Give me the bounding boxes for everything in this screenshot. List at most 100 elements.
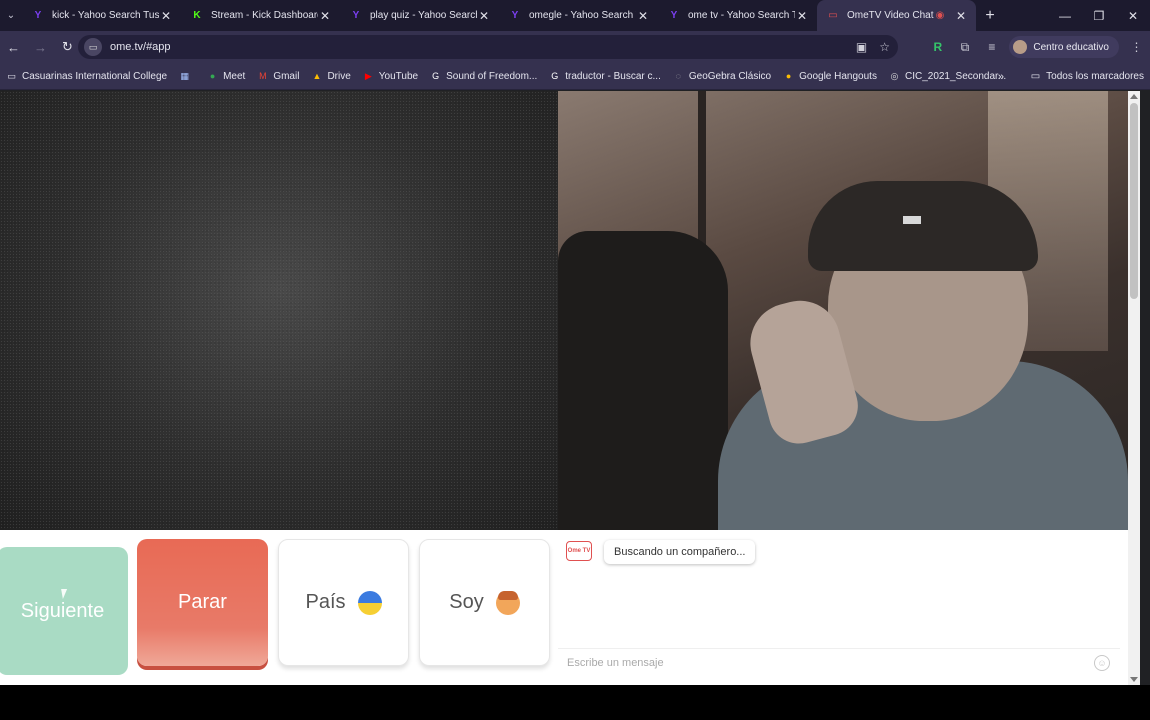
boy-face-icon: [495, 590, 520, 615]
bookmark-traductor[interactable]: Gtraductor - Buscar c...: [543, 63, 667, 90]
bookmark-sound-of-freedom[interactable]: G Sound of Freedom...: [424, 63, 543, 90]
tab-kick-dashboard[interactable]: K Stream - Kick Dashboard ✕: [181, 0, 340, 31]
url-text[interactable]: ome.tv/#app: [110, 41, 171, 53]
close-icon[interactable]: ✕: [636, 9, 650, 23]
extension-r-icon[interactable]: R: [924, 31, 951, 63]
video-noise: [0, 91, 558, 530]
gender-label: Soy: [449, 591, 484, 613]
menu-kebab-icon[interactable]: ⋮: [1123, 31, 1150, 63]
video-person-cap: [808, 181, 1038, 271]
bookmark-gmail[interactable]: M Gmail: [251, 63, 305, 90]
chat-panel: Ome TV Buscando un compañero... Escribe …: [558, 530, 1128, 685]
close-icon[interactable]: ✕: [795, 9, 809, 23]
close-window-button[interactable]: ✕: [1116, 0, 1150, 31]
hangouts-icon: ●: [785, 71, 792, 81]
cap-logo: [903, 216, 921, 224]
gmail-icon: M: [259, 71, 267, 81]
bookmark-apps[interactable]: ▦: [173, 63, 201, 90]
tab-title: Stream - Kick Dashboard: [211, 10, 318, 21]
country-button[interactable]: País: [278, 539, 409, 666]
gender-button[interactable]: Soy: [419, 539, 550, 666]
bookmark-label: YouTube: [378, 70, 419, 82]
media-control-icon[interactable]: ≡: [978, 31, 1005, 63]
all-bookmarks-label: Todos los marcadores: [1046, 71, 1144, 82]
back-arrow-icon[interactable]: ←: [0, 31, 27, 63]
tab-kick-search[interactable]: Y kick - Yahoo Search Tus re ✕: [22, 0, 181, 31]
folder-icon: ▭: [7, 70, 16, 81]
bookmarks-overflow-chevron-icon[interactable]: »: [998, 63, 1004, 90]
close-icon[interactable]: ✕: [159, 9, 173, 23]
scroll-up-arrow-icon[interactable]: [1130, 94, 1138, 99]
status-message: Buscando un compañero...: [604, 540, 756, 564]
message-input[interactable]: Escribe un mensaje ☺: [558, 648, 1120, 676]
close-icon[interactable]: ✕: [318, 9, 332, 23]
scroll-down-arrow-icon[interactable]: [1130, 677, 1138, 682]
next-button[interactable]: Siguiente: [0, 547, 128, 675]
address-bar[interactable]: ▭ ome.tv/#app ▣ ☆: [78, 35, 898, 59]
window-controls: — ❐ ✕: [1048, 0, 1150, 31]
ometv-app: Siguiente Parar País Soy Ome TV Buscando…: [0, 91, 1128, 685]
all-bookmarks-button[interactable]: ▭ Todos los marcadores: [1031, 63, 1144, 90]
profile-button[interactable]: Centro educativo: [1009, 36, 1119, 58]
apps-grid-icon: ▦: [180, 70, 189, 81]
emoji-smile-icon[interactable]: ☺: [1094, 655, 1110, 671]
browser-window: ⌄ Y kick - Yahoo Search Tus re ✕ K Strea…: [0, 0, 1150, 720]
tab-search-icon[interactable]: ⌄: [0, 0, 22, 31]
toolbar-right: R ⧉ ≡ Centro educativo ⋮: [924, 31, 1150, 63]
tab-ome-tv-search[interactable]: Y ome tv - Yahoo Search Tus ✕: [658, 0, 817, 31]
bookmark-label: Sound of Freedom...: [446, 70, 538, 82]
tab-strip: ⌄ Y kick - Yahoo Search Tus re ✕ K Strea…: [0, 0, 1150, 31]
bookmark-label: traductor - Buscar c...: [565, 70, 661, 82]
bookmark-cic-2021[interactable]: ◎ CIC_2021_Secondar...: [883, 63, 1012, 90]
site-icon: ◎: [890, 70, 899, 81]
minimize-button[interactable]: —: [1048, 0, 1082, 31]
remote-video-feed: [558, 91, 1128, 530]
cast-icon[interactable]: ▣: [856, 40, 867, 54]
bookmark-drive[interactable]: ▲ Drive: [305, 63, 356, 90]
forward-arrow-icon[interactable]: →: [27, 31, 54, 63]
ometv-icon: ▭: [828, 10, 838, 21]
bookmark-hangouts[interactable]: ● Google Hangouts: [777, 63, 883, 90]
bookmark-label: GeoGebra Clásico: [688, 70, 772, 82]
bookmark-star-icon[interactable]: ☆: [879, 40, 890, 54]
bookmark-casuarinas[interactable]: ▭ Casuarinas International College: [0, 63, 173, 90]
google-icon: G: [551, 71, 559, 81]
browser-toolbar: ← → ↻ ▭ ome.tv/#app ▣ ☆ R ⧉ ≡ Centro edu…: [0, 31, 1150, 63]
tab-omegle[interactable]: Y omegle - Yahoo Search Tu ✕: [499, 0, 658, 31]
folder-icon: ▭: [1030, 71, 1041, 82]
yahoo-icon: Y: [670, 10, 678, 21]
stop-button[interactable]: Parar: [137, 539, 268, 666]
omnibox-actions: ▣ ☆: [856, 35, 890, 59]
extensions-puzzle-icon[interactable]: ⧉: [951, 31, 978, 63]
tab-title: play quiz - Yahoo Search T: [370, 10, 477, 21]
close-icon[interactable]: ✕: [477, 9, 491, 23]
drive-icon: ▲: [312, 71, 322, 81]
local-video-feed: [0, 91, 558, 530]
bookmark-label: Drive: [327, 70, 351, 82]
recording-icon: ◉: [935, 10, 945, 21]
youtube-icon: ▶: [364, 70, 372, 81]
avatar: [1013, 40, 1028, 54]
new-tab-button[interactable]: +: [976, 7, 1004, 25]
close-icon[interactable]: ✕: [954, 9, 968, 23]
tab-title: omegle - Yahoo Search Tu: [529, 10, 636, 21]
site-info-icon[interactable]: ▭: [84, 38, 102, 56]
page-scrollbar[interactable]: [1128, 91, 1140, 685]
bookmark-label: CIC_2021_Secondar...: [904, 70, 1007, 82]
video-chair: [558, 231, 728, 530]
message-placeholder: Escribe un mensaje: [567, 656, 664, 669]
bookmark-meet[interactable]: ● Meet: [201, 63, 251, 90]
google-icon: G: [432, 71, 440, 81]
bookmark-geogebra[interactable]: ◌ GeoGebra Clásico: [667, 63, 777, 90]
scroll-thumb[interactable]: [1130, 103, 1138, 299]
tab-ometv-video-chat[interactable]: ▭ OmeTV Video Chat - ◉ ✕: [817, 0, 976, 31]
bookmark-youtube[interactable]: ▶ YouTube: [357, 63, 424, 90]
maximize-button[interactable]: ❐: [1082, 0, 1116, 31]
geogebra-icon: ◌: [675, 71, 682, 81]
tab-title: kick - Yahoo Search Tus re: [52, 10, 159, 21]
yahoo-icon: Y: [352, 10, 360, 21]
reload-icon[interactable]: ↻: [54, 31, 81, 63]
profile-label: Centro educativo: [1033, 41, 1109, 53]
tab-title: OmeTV Video Chat -: [847, 10, 934, 21]
tab-play-quiz[interactable]: Y play quiz - Yahoo Search T ✕: [340, 0, 499, 31]
